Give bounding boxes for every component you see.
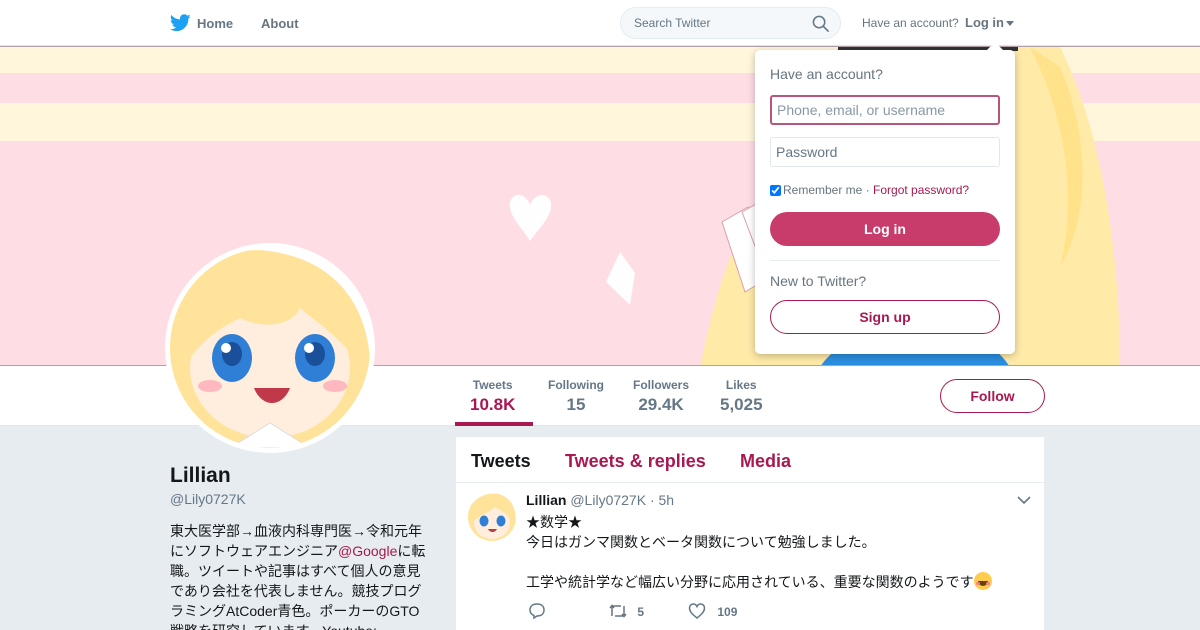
profile-name[interactable]: Lillian xyxy=(170,464,231,488)
chevron-down-icon[interactable] xyxy=(1017,495,1031,505)
login-menu-label: Log in xyxy=(965,15,1004,30)
stat-following[interactable]: Following 15 xyxy=(548,378,604,415)
login-menu-button[interactable]: Log in xyxy=(965,15,1014,30)
stat-following-label: Following xyxy=(548,378,604,392)
search-box[interactable]: Search Twitter xyxy=(620,7,841,39)
heart-icon xyxy=(688,603,706,619)
caret-down-icon xyxy=(1006,21,1014,27)
tweet-text-segment: 工学や統計学など幅広い分野に応用されている、重要な関数のようです xyxy=(526,574,974,590)
tweet-timestamp[interactable]: · 5h xyxy=(650,492,674,508)
like-count: 109 xyxy=(717,605,738,619)
stat-likes-value: 5,025 xyxy=(720,395,763,414)
stat-likes[interactable]: Likes 5,025 xyxy=(720,378,763,415)
retweet-icon xyxy=(609,604,627,618)
profile-handle[interactable]: @Lily0727K xyxy=(170,491,246,507)
stat-tweets-label: Tweets xyxy=(472,378,513,392)
divider xyxy=(770,260,1000,261)
nav-about-link[interactable]: About xyxy=(261,16,299,31)
tweet-avatar[interactable] xyxy=(468,493,516,541)
tweet-author-handle[interactable]: @Lily0727K xyxy=(570,492,646,508)
twitter-bird-icon[interactable] xyxy=(170,13,191,33)
tweet-text-line xyxy=(526,552,1036,572)
search-icon[interactable] xyxy=(812,15,829,32)
login-button[interactable]: Log in xyxy=(770,212,1000,246)
dropdown-title: Have an account? xyxy=(770,66,883,82)
tweet-text-line: 工学や統計学など幅広い分野に応用されている、重要な関数のようです xyxy=(526,572,1036,592)
remember-row: Remember me · Forgot password? xyxy=(770,183,969,197)
active-stat-indicator xyxy=(455,422,533,426)
tab-tweets-replies[interactable]: Tweets & replies xyxy=(565,451,706,472)
stat-tweets-value: 10.8K xyxy=(470,395,516,414)
separator-dot: · xyxy=(862,183,874,197)
bio-mention-link[interactable]: @Google xyxy=(338,543,397,559)
timeline-tabs: Tweets Tweets & replies Media xyxy=(456,437,1044,483)
tab-tweets[interactable]: Tweets xyxy=(471,451,531,472)
new-to-twitter-label: New to Twitter? xyxy=(770,273,867,289)
stat-tweets[interactable]: Tweets 10.8K xyxy=(470,378,515,415)
smiling-face-icon xyxy=(973,572,992,590)
tweet-text: ★数学★ 今日はガンマ関数とベータ関数について勉強しました。 工学や統計学など幅… xyxy=(526,512,1036,592)
login-dropdown: Have an account? Remember me · Forgot pa… xyxy=(755,42,1015,354)
username-field[interactable] xyxy=(770,95,1000,125)
retweet-button[interactable]: 5 xyxy=(608,602,644,620)
follow-button[interactable]: Follow xyxy=(940,379,1045,413)
top-navigation: Home About Search Twitter Have an accoun… xyxy=(0,0,1200,46)
nav-home-link[interactable]: Home xyxy=(197,16,233,31)
tweet-author-name[interactable]: Lillian xyxy=(526,492,566,508)
retweet-count: 5 xyxy=(637,605,645,619)
like-button[interactable]: 109 xyxy=(688,602,737,620)
stat-following-value: 15 xyxy=(566,395,586,414)
tweet-text-line: 今日はガンマ関数とベータ関数について勉強しました。 xyxy=(526,534,876,550)
password-field[interactable] xyxy=(770,137,1000,167)
tab-media[interactable]: Media xyxy=(740,451,791,472)
profile-bio: 東大医学部→血液内科専門医→令和元年にソフトウェアエンジニア@Googleに転職… xyxy=(170,521,432,630)
timeline: Tweets Tweets & replies Media Lillian @L… xyxy=(456,437,1044,630)
remember-me-checkbox[interactable] xyxy=(770,185,781,196)
have-account-label: Have an account? xyxy=(862,16,959,30)
reply-button[interactable] xyxy=(528,602,546,620)
avatar-illustration xyxy=(170,248,370,448)
tweet-avatar-illustration xyxy=(468,493,516,541)
tweet-header: Lillian @Lily0727K · 5h xyxy=(526,492,674,508)
stat-followers-label: Followers xyxy=(633,378,690,392)
reply-icon xyxy=(529,603,545,620)
stat-followers-value: 29.4K xyxy=(638,395,684,414)
search-input[interactable]: Search Twitter xyxy=(634,16,710,30)
profile-avatar[interactable] xyxy=(165,243,375,453)
signup-button[interactable]: Sign up xyxy=(770,300,1000,334)
stat-followers[interactable]: Followers 29.4K xyxy=(633,378,689,415)
remember-me-label[interactable]: Remember me xyxy=(783,183,862,197)
forgot-password-link[interactable]: Forgot password? xyxy=(873,183,969,197)
tweet-text-line: ★数学★ xyxy=(526,514,582,530)
stat-likes-label: Likes xyxy=(725,378,757,392)
